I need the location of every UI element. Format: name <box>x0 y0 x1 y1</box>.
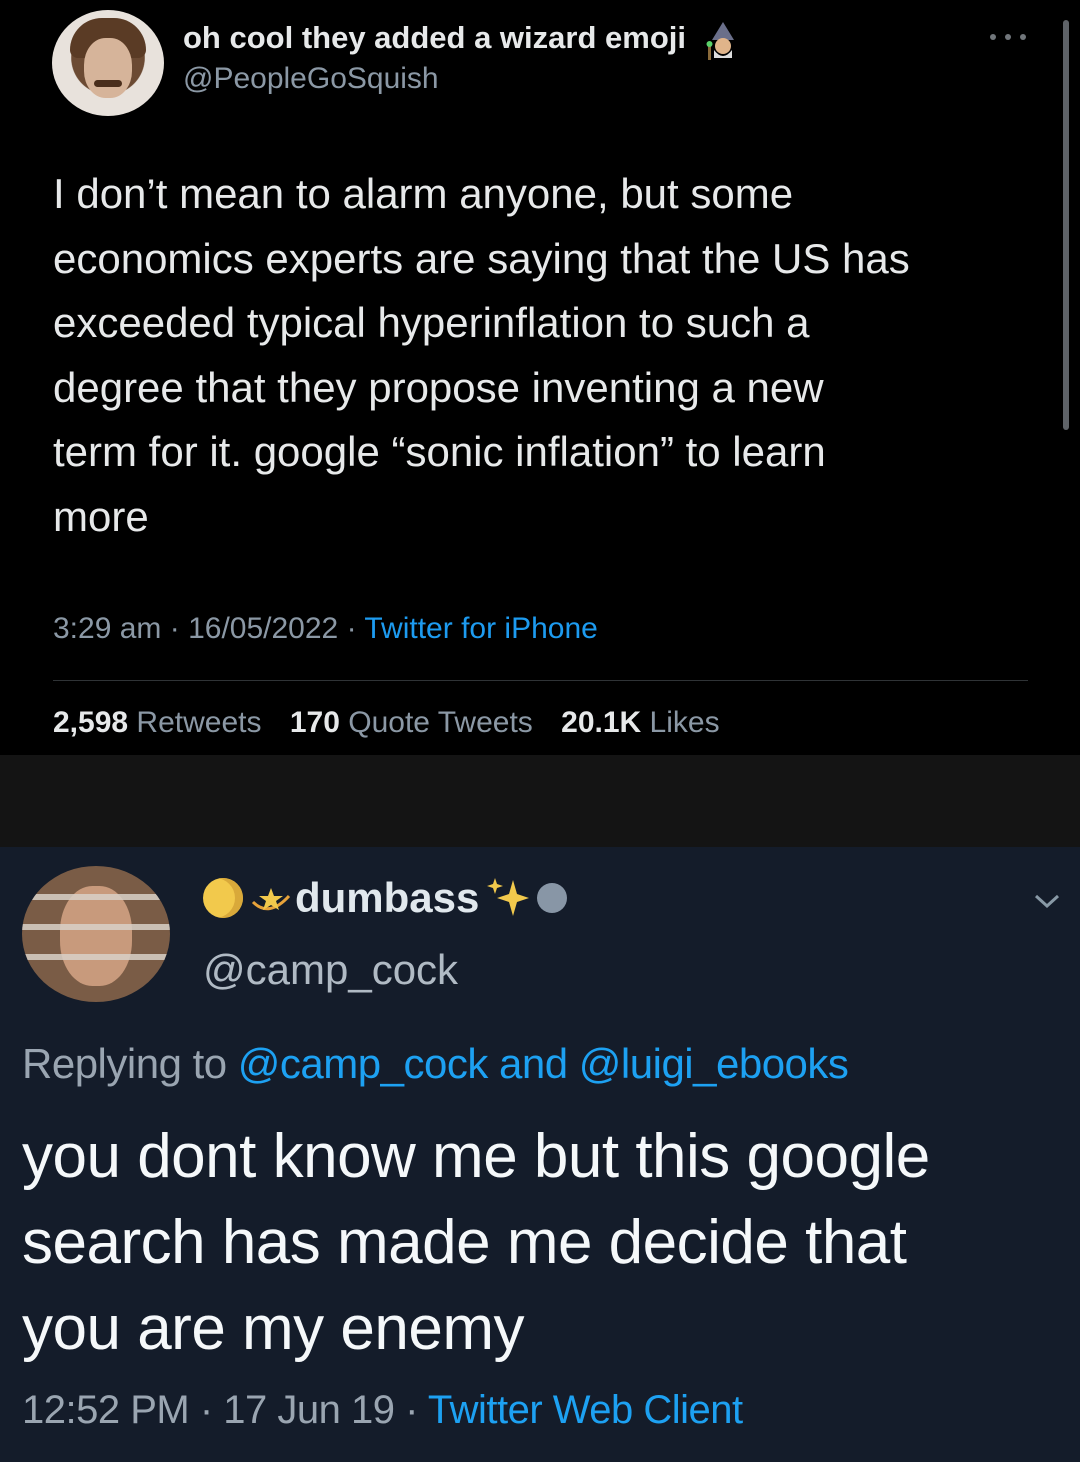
tweet-metadata: 12:52 PM · 17 Jun 19 · Twitter Web Clien… <box>22 1388 743 1433</box>
avatar[interactable] <box>22 866 170 1002</box>
tweet-source-link[interactable]: Twitter for iPhone <box>364 612 597 645</box>
wizard-emoji-icon <box>706 22 734 60</box>
engagement-stats: 2,598 Retweets 170 Quote Tweets 20.1K Li… <box>53 706 740 740</box>
separator: · <box>346 612 357 645</box>
divider <box>53 680 1028 681</box>
tweet-source-link[interactable]: Twitter Web Client <box>428 1388 743 1432</box>
separator: · <box>169 612 180 645</box>
reply-handle-link[interactable]: @camp_cock <box>238 1040 489 1087</box>
tweet-date[interactable]: 17 Jun 19 <box>223 1388 395 1432</box>
tweet-date[interactable]: 16/05/2022 <box>188 612 338 645</box>
tweet-text: I don’t mean to alarm anyone, but some e… <box>53 170 910 540</box>
chevron-down-icon[interactable] <box>1030 890 1064 912</box>
quote-tweets-stat[interactable]: 170 Quote Tweets <box>290 706 533 739</box>
user-handle[interactable]: @PeopleGoSquish <box>183 62 439 96</box>
circle-icon <box>537 883 568 913</box>
moon-icon <box>203 878 243 918</box>
display-name[interactable]: dumbass <box>295 874 479 922</box>
scrollbar[interactable] <box>1063 20 1069 430</box>
user-handle[interactable]: @camp_cock <box>203 946 458 994</box>
display-name-row[interactable]: dumbass <box>203 874 568 922</box>
shooting-star-icon <box>251 888 291 911</box>
reply-handle-link[interactable]: @luigi_ebooks <box>579 1040 849 1087</box>
tweet-text: you dont know me but this google search … <box>22 1122 930 1363</box>
sparkles-icon <box>487 878 530 916</box>
divider-gap <box>0 755 1080 847</box>
more-options-icon[interactable] <box>988 26 1028 46</box>
likes-stat[interactable]: 20.1K Likes <box>561 706 719 739</box>
separator: · <box>405 1388 418 1432</box>
separator: · <box>199 1388 213 1432</box>
tweet-metadata: 3:29 am · 16/05/2022 · Twitter for iPhon… <box>53 612 598 646</box>
retweets-stat[interactable]: 2,598 Retweets <box>53 706 261 739</box>
display-name[interactable]: oh cool they added a wizard emoji <box>183 20 686 56</box>
replying-to: Replying to @camp_cock and @luigi_ebooks <box>22 1040 849 1087</box>
avatar[interactable] <box>52 10 164 116</box>
tweet-time[interactable]: 3:29 am <box>53 612 161 645</box>
tweet-time[interactable]: 12:52 PM <box>22 1388 190 1432</box>
